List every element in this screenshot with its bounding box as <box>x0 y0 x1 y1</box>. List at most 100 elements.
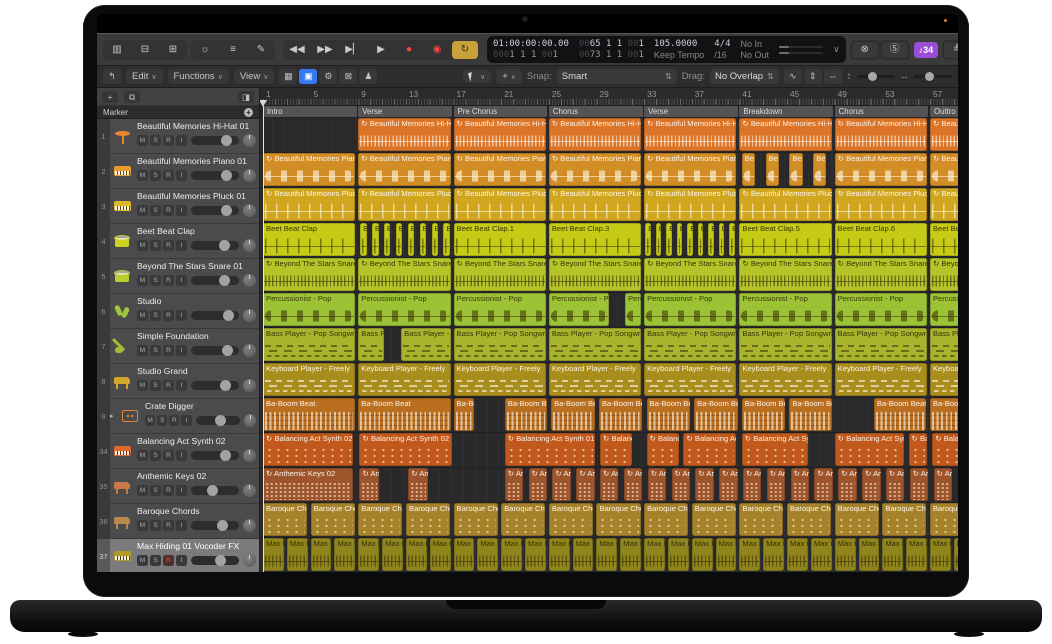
region[interactable]: Max Hiding 01 V <box>859 538 880 571</box>
region[interactable]: ↻ Beautiful Memories Pluck 01.1 <box>358 188 450 221</box>
volume-knob[interactable] <box>215 555 226 566</box>
i-button[interactable]: I <box>176 135 187 146</box>
region[interactable]: Max Hiding 01 V <box>596 538 617 571</box>
mixer-button[interactable]: ≡ <box>220 41 246 59</box>
region[interactable]: ↻ Beyond The Stars Snare 02.2 <box>644 258 736 291</box>
region[interactable]: Baroque Chords <box>739 503 783 536</box>
slider-knob[interactable] <box>925 72 934 81</box>
r-button[interactable]: R <box>163 485 174 496</box>
region[interactable]: Max Hiding 01 V <box>263 538 284 571</box>
region[interactable]: ↻ Anthemic Keys 02 <box>552 468 570 501</box>
region[interactable]: Ba-Boom Beat <box>647 398 690 431</box>
region[interactable]: Max Hiding 01 V <box>811 538 832 571</box>
i-button[interactable]: I <box>176 450 187 461</box>
m-button[interactable]: M <box>137 170 148 181</box>
pan-knob[interactable] <box>243 379 256 392</box>
volume-slider[interactable] <box>191 206 239 215</box>
lcd-display[interactable]: 01:00:00:00.00 0001 1 1 001 0065 1 1 001… <box>487 36 846 63</box>
volume-knob[interactable] <box>219 275 230 286</box>
volume-slider[interactable] <box>191 171 239 180</box>
i-button[interactable]: I <box>176 205 187 216</box>
region[interactable]: Percussionist - Pop <box>644 293 736 326</box>
musician-button[interactable]: ♟ <box>359 69 377 84</box>
region[interactable]: Baroque Chords <box>787 503 831 536</box>
region[interactable]: Beet Beat Clap.3 <box>549 223 641 256</box>
region[interactable]: B <box>698 223 704 256</box>
region[interactable]: Max Hiding 01 V <box>430 538 451 571</box>
pan-knob[interactable] <box>243 274 256 287</box>
bar-ruler[interactable]: 159131721252933374145495357 <box>260 88 958 106</box>
editors-button[interactable]: ✎ <box>248 41 274 59</box>
toolbar-button[interactable]: ⊞ <box>160 41 186 59</box>
region[interactable]: Percussionist - Pop <box>263 293 355 326</box>
region[interactable]: Baroque Chords <box>501 503 545 536</box>
region[interactable]: ↻ Anthemic Keys 02 <box>838 468 856 501</box>
i-button[interactable]: I <box>176 240 187 251</box>
arrangement-marker[interactable]: Chorus <box>835 106 929 117</box>
track-header[interactable]: 37Max Hiding 01 Vocoder FXMSRI <box>97 539 259 572</box>
arrangement-marker[interactable]: Chorus <box>549 106 643 117</box>
region[interactable]: Bass Player - Pop Songwriter <box>549 328 641 361</box>
pan-knob[interactable] <box>243 134 256 147</box>
region[interactable]: Max Hiding 01 V <box>668 538 689 571</box>
rewind-button[interactable]: ◀◀ <box>284 41 310 59</box>
s-button[interactable]: S <box>150 205 161 216</box>
pan-knob[interactable] <box>243 344 256 357</box>
lcd-chevron-icon[interactable]: ∨ <box>833 44 840 55</box>
region[interactable]: Bass Player - Pop Songwriter <box>644 328 736 361</box>
region[interactable]: ↻ Anthemic Keys 02 <box>576 468 594 501</box>
region[interactable]: Be <box>742 153 755 186</box>
region[interactable]: Max Hiding 01 V <box>930 538 951 571</box>
region[interactable]: Max Hiding 01 V <box>620 538 641 571</box>
r-button[interactable]: R <box>163 205 174 216</box>
s-button[interactable]: S <box>150 345 161 356</box>
region[interactable]: Baroque Chords <box>930 503 958 536</box>
m-button[interactable]: M <box>137 275 148 286</box>
r-button[interactable]: R <box>163 240 174 251</box>
pan-knob[interactable] <box>244 414 256 427</box>
region[interactable]: ↻ Anthemic Keys 02 <box>886 468 904 501</box>
region[interactable]: Bass Player - Pop Songwriter <box>739 328 831 361</box>
region[interactable]: Ba-Boom Beat <box>599 398 642 431</box>
volume-slider[interactable] <box>191 311 239 320</box>
r-button[interactable]: R <box>163 135 174 146</box>
track-header-config-button[interactable]: ◨ <box>238 91 254 103</box>
arrangement-marker[interactable]: Outtro <box>930 106 958 117</box>
add-track-button[interactable]: + <box>102 91 118 103</box>
region[interactable]: Ba-Boom Beat <box>742 398 785 431</box>
pan-knob[interactable] <box>243 519 256 532</box>
volume-slider[interactable] <box>191 451 239 460</box>
region[interactable]: ↻ Beautiful Memories Hi-Hat 02.1 <box>549 118 641 151</box>
region[interactable]: ↻ Anthemic Keys 02 <box>505 468 523 501</box>
i-button[interactable]: I <box>176 170 187 181</box>
region[interactable]: Percussionist - Pop <box>835 293 927 326</box>
pan-knob[interactable] <box>243 449 256 462</box>
i-button[interactable]: I <box>176 485 187 496</box>
region[interactable]: B <box>687 223 693 256</box>
pan-knob[interactable] <box>243 239 256 252</box>
m-button[interactable]: M <box>137 555 148 566</box>
track-header[interactable]: 2Beautiful Memories Piano 01MSRI <box>97 154 259 189</box>
s-button[interactable]: S <box>150 310 161 321</box>
region[interactable]: Keyboard Player - Freely <box>644 363 736 396</box>
volume-knob[interactable] <box>215 415 226 426</box>
region[interactable]: Ba-Boom Beat <box>789 398 831 431</box>
track-header[interactable]: 36Baroque ChordsMSRI <box>97 504 259 539</box>
region[interactable]: Ba-Boom Beat <box>874 398 926 431</box>
volume-knob[interactable] <box>220 450 231 461</box>
s-button[interactable]: S <box>150 485 161 496</box>
region[interactable]: ↻ Beyond The Stars Snare 01 <box>930 258 958 291</box>
m-button[interactable]: M <box>137 135 148 146</box>
region[interactable]: Percussionist - Pop <box>549 293 609 326</box>
forward-button[interactable]: ▶▶ <box>312 41 338 59</box>
region[interactable]: Max Hiding 01 V <box>644 538 665 571</box>
region[interactable]: B <box>677 223 683 256</box>
pointer-tool-menu[interactable]: ∨ <box>463 70 491 83</box>
region[interactable]: Max Hiding 01 V <box>549 538 570 571</box>
r-button[interactable]: R <box>163 520 174 531</box>
region[interactable]: ↻ Beyond The Stars Snare 02.3 <box>739 258 831 291</box>
volume-slider[interactable] <box>191 521 239 530</box>
i-button[interactable]: I <box>176 520 187 531</box>
region[interactable]: Max Hiding 01 V <box>692 538 713 571</box>
master-level-icon[interactable]: ≜ <box>943 41 958 59</box>
